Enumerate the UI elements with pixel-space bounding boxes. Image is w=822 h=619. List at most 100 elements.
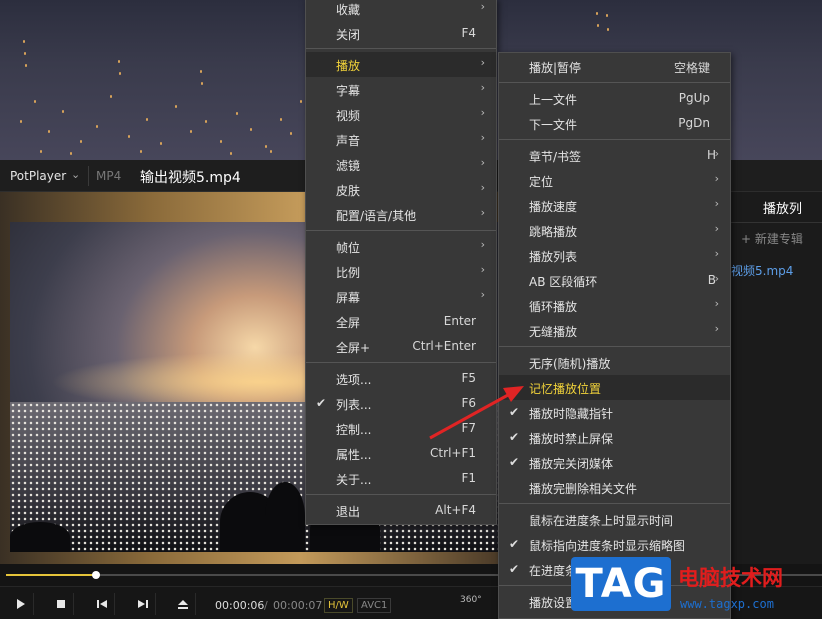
menu-item[interactable]: 下一文件 PgDn xyxy=(499,111,730,136)
eject-button[interactable] xyxy=(170,593,196,615)
menu-item[interactable]: 播放 › xyxy=(306,52,496,77)
menu-item[interactable]: 皮肤 › xyxy=(306,177,496,202)
menu-item[interactable]: 播放速度 › xyxy=(499,193,730,218)
city-light xyxy=(205,120,207,123)
chevron-right-icon: › xyxy=(714,297,719,310)
playlist-item[interactable]: 视频5.mp4 xyxy=(731,262,793,279)
city-light xyxy=(128,135,130,138)
menu-item[interactable]: 视频 › xyxy=(306,102,496,127)
app-menu-button[interactable]: PotPlayer xyxy=(10,169,66,183)
tab-divider xyxy=(731,222,822,223)
menu-item[interactable]: 声音 › xyxy=(306,127,496,152)
city-light xyxy=(146,118,148,121)
menu-separator xyxy=(499,82,730,83)
menu-item[interactable]: 播放列表 › xyxy=(499,243,730,268)
vr-360-button[interactable]: 360° xyxy=(460,595,482,605)
menu-item[interactable]: 鼠标在进度条上时显示时间 xyxy=(499,507,730,532)
menu-item[interactable]: ✔ 播放时隐藏指针 xyxy=(499,400,730,425)
next-button[interactable] xyxy=(130,593,156,615)
menu-item-shortcut: Ctrl+Enter xyxy=(412,339,476,353)
menu-item-label: 全屏+ xyxy=(336,341,371,355)
menu-item[interactable]: 播放|暂停 空格键 xyxy=(499,54,730,79)
play-button[interactable] xyxy=(8,593,34,615)
city-light xyxy=(110,95,112,98)
menu-item-label: 字幕 xyxy=(336,84,361,98)
menu-item-label: 配置/语言/其他 xyxy=(336,209,417,223)
city-light xyxy=(118,60,120,63)
menu-item[interactable]: 定位 › xyxy=(499,168,730,193)
eject-icon xyxy=(177,599,188,609)
menu-item-label: 鼠标在进度条上时显示时间 xyxy=(529,514,674,528)
format-label: MP4 xyxy=(96,169,122,183)
menu-item-label: AB 区段循环 xyxy=(529,275,598,289)
city-light xyxy=(201,82,203,85)
menu-item-label: 无缝播放 xyxy=(529,325,578,339)
new-album-button[interactable]: + 新建专辑 xyxy=(741,230,803,247)
chevron-right-icon: › xyxy=(480,181,485,194)
seek-handle[interactable] xyxy=(92,571,100,579)
menu-item[interactable]: 选项... F5 xyxy=(306,366,496,391)
menu-item-label: 选项... xyxy=(336,373,372,387)
menu-item-label: 播放时禁止屏保 xyxy=(529,432,614,446)
menu-item[interactable]: 收藏 › xyxy=(306,0,496,21)
menu-item-label: 列表... xyxy=(336,398,372,412)
menu-item[interactable]: 上一文件 PgUp xyxy=(499,86,730,111)
chevron-right-icon: › xyxy=(714,172,719,185)
menu-item[interactable]: 播放完删除相关文件 xyxy=(499,475,730,500)
tab-playlist[interactable]: 播放列 xyxy=(763,198,802,217)
menu-item-shortcut: Enter xyxy=(443,314,476,328)
menu-item[interactable]: 无缝播放 › xyxy=(499,318,730,343)
watermark-site-name: 电脑技术网 xyxy=(678,566,783,590)
menu-item[interactable]: 循环播放 › xyxy=(499,293,730,318)
menu-item[interactable]: ✔ 列表... F6 xyxy=(306,391,496,416)
menu-item[interactable]: 跳略播放 › xyxy=(499,218,730,243)
menu-item-label: 退出 xyxy=(336,505,361,519)
codec-badge[interactable]: AVC1 xyxy=(357,598,392,613)
menu-item[interactable]: 关于... F1 xyxy=(306,466,496,491)
menu-item[interactable]: ✔ 鼠标指向进度条时显示缩略图 xyxy=(499,532,730,557)
menu-item[interactable]: 全屏+ Ctrl+Enter xyxy=(306,334,496,359)
menu-item[interactable]: 滤镜 › xyxy=(306,152,496,177)
menu-item[interactable]: AB 区段循环 B › xyxy=(499,268,730,293)
city-light xyxy=(597,24,599,27)
menu-item[interactable]: 字幕 › xyxy=(306,77,496,102)
city-light xyxy=(230,152,232,155)
city-light xyxy=(220,140,222,143)
city-light xyxy=(24,52,26,55)
menu-item-label: 播放完删除相关文件 xyxy=(529,482,638,496)
chevron-down-icon[interactable]: ⌄ xyxy=(71,168,80,181)
city-light xyxy=(250,128,252,131)
city-light xyxy=(40,150,42,153)
menu-item-shortcut: Alt+F4 xyxy=(435,503,476,517)
menu-item-shortcut: PgUp xyxy=(678,91,710,105)
check-icon: ✔ xyxy=(316,396,327,410)
menu-item-shortcut: F4 xyxy=(461,26,476,40)
menu-item[interactable]: 配置/语言/其他 › xyxy=(306,202,496,227)
menu-item[interactable]: 屏幕 › xyxy=(306,284,496,309)
previous-button[interactable] xyxy=(89,593,115,615)
menu-item-shortcut: Ctrl+F1 xyxy=(430,446,476,460)
menu-item[interactable]: ✔ 播放时禁止屏保 xyxy=(499,425,730,450)
city-light xyxy=(190,130,192,133)
menu-item[interactable]: ✔ 播放完关闭媒体 xyxy=(499,450,730,475)
menu-item[interactable]: 无序(随机)播放 xyxy=(499,350,730,375)
menu-item[interactable]: 记忆播放位置 xyxy=(499,375,730,400)
menu-item-label: 播放速度 xyxy=(529,200,578,214)
menu-item-label: 定位 xyxy=(529,175,554,189)
menu-item-label: 比例 xyxy=(336,266,361,280)
city-light xyxy=(34,100,36,103)
menu-item[interactable]: 帧位 › xyxy=(306,234,496,259)
menu-item[interactable]: 比例 › xyxy=(306,259,496,284)
city-light xyxy=(23,40,25,43)
menu-item[interactable]: 关闭 F4 xyxy=(306,21,496,46)
menu-item[interactable]: 退出 Alt+F4 xyxy=(306,498,496,523)
menu-item[interactable]: 属性... Ctrl+F1 xyxy=(306,441,496,466)
menu-separator xyxy=(499,139,730,140)
stop-button[interactable] xyxy=(48,593,74,615)
menu-item[interactable]: 控制... F7 xyxy=(306,416,496,441)
chevron-right-icon: › xyxy=(480,56,485,69)
menu-item[interactable]: 全屏 Enter xyxy=(306,309,496,334)
hw-decode-toggle[interactable]: H/W xyxy=(324,598,353,613)
menu-item-shortcut: 空格键 xyxy=(673,61,710,75)
menu-item[interactable]: 章节/书签 H › xyxy=(499,143,730,168)
